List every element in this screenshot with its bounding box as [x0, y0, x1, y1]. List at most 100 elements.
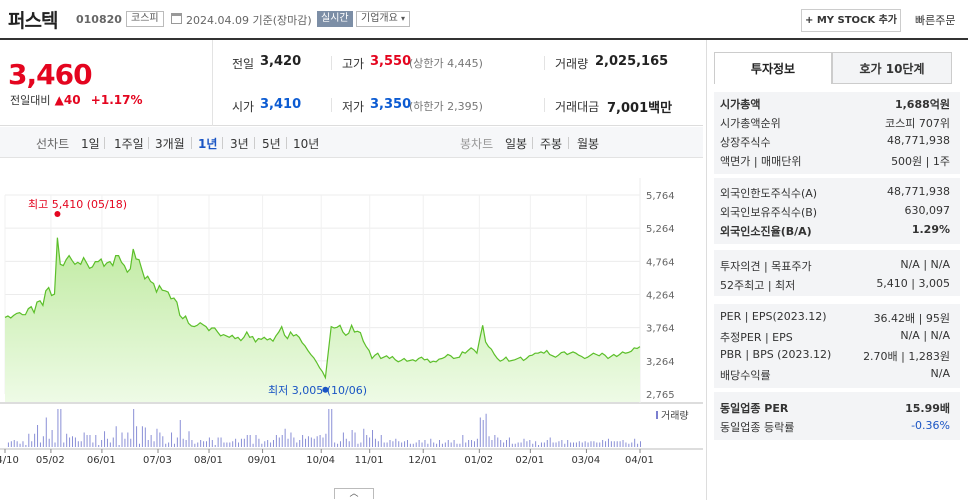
- change-amount: 40: [63, 93, 81, 107]
- chart-period-tabs: 선차트 1일 1주일 3개월 1년 3년 5년 10년 봉차트 일봉 주봉 월봉: [0, 127, 703, 158]
- volume-bar: [511, 443, 513, 447]
- change-percent: +1.17%: [90, 93, 143, 107]
- change-label: 전일대비: [10, 94, 51, 107]
- volume-bar: [380, 435, 382, 447]
- tab-weekly-candle[interactable]: 주봉: [540, 135, 562, 152]
- volume-bar: [124, 438, 126, 447]
- volume-bar: [235, 438, 237, 447]
- volume-bar: [520, 442, 522, 447]
- volume-bar: [37, 425, 39, 447]
- tab-daily-candle[interactable]: 일봉: [505, 135, 527, 152]
- volume-bar: [535, 441, 537, 447]
- volume-bar: [293, 437, 295, 447]
- up-arrow-icon: ▲: [54, 93, 64, 107]
- volume-bar: [479, 417, 481, 447]
- stock-name[interactable]: 퍼스텍: [8, 6, 58, 33]
- quick-order-link[interactable]: 빠른주문: [915, 12, 955, 28]
- info-label[interactable]: PER | EPS(2023.12): [720, 310, 827, 323]
- volume-bar: [619, 441, 621, 447]
- tab-1d[interactable]: 1일: [81, 135, 100, 152]
- chevron-up-icon[interactable]: ︿: [334, 488, 374, 499]
- volume-bar: [427, 443, 429, 447]
- volume-bar: [607, 438, 609, 447]
- info-row: 추정PER | EPS N/A | N/A: [720, 329, 950, 347]
- volume-bar: [555, 442, 557, 447]
- volume-bar: [307, 436, 309, 447]
- volume-bar: [319, 435, 321, 447]
- amount-value: 7,001백만: [607, 97, 672, 116]
- tab-10y[interactable]: 10년: [293, 135, 319, 152]
- info-value: 15.99배: [905, 402, 950, 415]
- info-label[interactable]: 시가총액: [720, 96, 760, 112]
- realtime-badge[interactable]: 실시간: [317, 11, 353, 27]
- volume-bar: [83, 432, 85, 447]
- volume-bar: [89, 435, 91, 447]
- info-label[interactable]: 동일업종 등락률: [720, 419, 794, 435]
- info-label[interactable]: 외국인보유주식수(B): [720, 204, 817, 220]
- divider: [104, 137, 105, 149]
- volume-bar: [173, 443, 175, 447]
- volume-bar: [69, 437, 71, 447]
- info-label[interactable]: 상장주식수: [720, 134, 771, 150]
- tab-1y[interactable]: 1년: [198, 135, 217, 152]
- divider: [544, 56, 545, 70]
- price-chart[interactable]: 5,764 5,264 4,764 4,264 3,764 3,264 2,765 04/1…: [0, 158, 703, 500]
- volume-bar: [252, 443, 254, 447]
- volume-bar: [409, 443, 411, 447]
- info-row: 외국인소진율(B/A) 1.29%: [720, 223, 950, 241]
- volume-bar: [453, 440, 455, 447]
- volume-bar: [261, 443, 263, 447]
- volume-bar: [351, 430, 353, 447]
- volume-bar: [584, 441, 586, 447]
- tab-monthly-candle[interactable]: 월봉: [577, 135, 599, 152]
- info-label[interactable]: 배당수익률: [720, 367, 771, 383]
- volume-bar: [549, 437, 551, 447]
- volume-bar: [249, 435, 251, 447]
- volume-bar: [334, 442, 336, 447]
- info-label[interactable]: 추정PER | EPS: [720, 329, 793, 345]
- company-overview-button[interactable]: 기업개요 ▾: [356, 11, 411, 27]
- tab-investment-info[interactable]: 투자정보: [714, 52, 832, 84]
- info-label[interactable]: 동일업종 PER: [720, 400, 788, 416]
- info-label[interactable]: 액면가 | 매매단위: [720, 153, 802, 169]
- investment-info-panel: 투자정보 호가 10단계 시가총액 1,688억원 시가총액순위 코스피 707위 상장…: [706, 40, 968, 500]
- calendar-icon: [171, 13, 182, 24]
- volume-bar: [575, 442, 577, 447]
- volume-bar: [109, 442, 111, 447]
- volume-bar: [488, 436, 490, 447]
- tab-5y[interactable]: 5년: [262, 135, 281, 152]
- price-summary: 3,460 전일대비 ▲40 +1.17% 전일 3,420 시가 3,410 …: [0, 40, 703, 126]
- volume-bar: [514, 443, 516, 447]
- volume-bar: [115, 426, 117, 447]
- x-tick-label: 02/01: [515, 455, 544, 466]
- x-tick-label: 10/04: [306, 455, 335, 466]
- high-marker: [54, 211, 61, 217]
- volume-label: 거래량: [555, 57, 589, 71]
- tab-3y[interactable]: 3년: [230, 135, 249, 152]
- info-label[interactable]: 시가총액순위: [720, 115, 781, 131]
- volume-bar: [506, 440, 508, 447]
- volume-bar: [404, 441, 406, 447]
- volume-bar: [599, 442, 601, 447]
- volume-bar: [439, 440, 441, 447]
- info-label[interactable]: 외국인한도주식수(A): [720, 185, 817, 201]
- info-value: N/A | N/A: [900, 329, 950, 342]
- info-label[interactable]: 투자의견 | 목표주가: [720, 258, 812, 274]
- volume-bar: [77, 441, 79, 447]
- info-label[interactable]: 외국인소진율(B/A): [720, 223, 812, 239]
- tab-3m[interactable]: 3개월: [155, 135, 185, 152]
- info-row: 투자의견 | 목표주가 N/A | N/A: [720, 258, 950, 276]
- volume-bar: [240, 438, 242, 447]
- volume-bar: [80, 441, 82, 447]
- volume-bar: [147, 440, 149, 447]
- volume-bar: [226, 442, 228, 447]
- tab-orderbook[interactable]: 호가 10단계: [832, 52, 952, 84]
- add-mystock-button[interactable]: + MY STOCK 추가: [801, 9, 901, 32]
- volume-bar: [383, 442, 385, 447]
- volume-bar: [389, 440, 391, 447]
- tab-1w[interactable]: 1주일: [114, 135, 144, 152]
- volume-bar: [156, 428, 158, 447]
- info-label[interactable]: 52주최고 | 최저: [720, 277, 795, 293]
- info-label[interactable]: PBR | BPS (2023.12): [720, 348, 831, 361]
- y-tick-label: 2,765: [646, 390, 675, 401]
